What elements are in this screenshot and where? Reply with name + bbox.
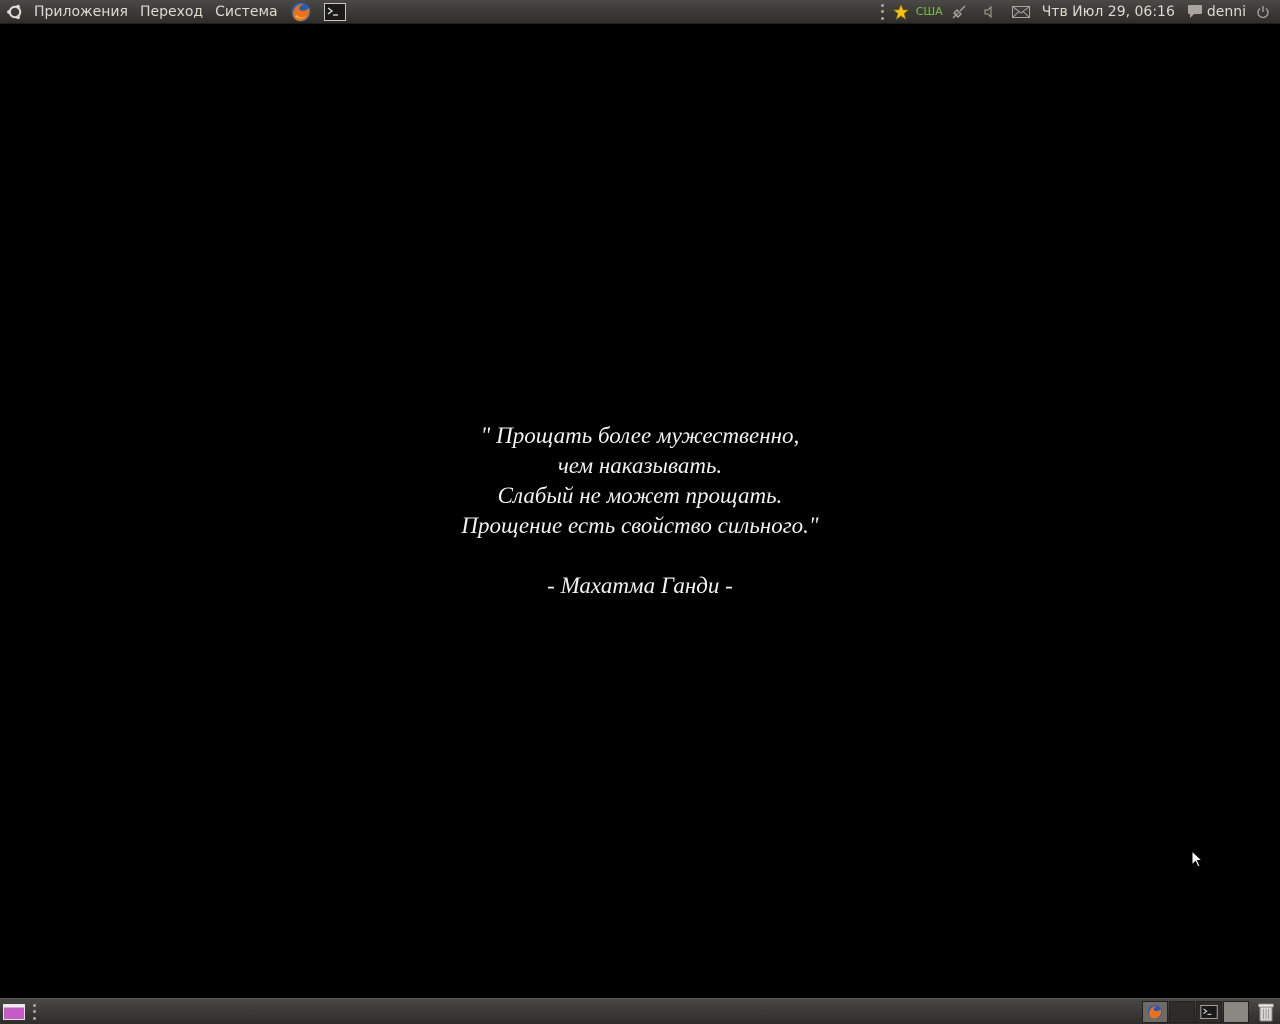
terminal-icon	[1200, 1004, 1218, 1019]
bottom-panel	[0, 998, 1280, 1024]
workspace-switcher	[1141, 1000, 1280, 1024]
quote-line: Прощение есть свойство сильного."	[461, 513, 819, 538]
panel-left: Приложения Переход Система	[0, 0, 352, 24]
workspace-2[interactable]	[1169, 1000, 1195, 1023]
firefox-launcher[interactable]	[290, 1, 312, 23]
network-icon[interactable]	[950, 0, 968, 24]
terminal-icon	[323, 2, 346, 21]
panel-handle[interactable]	[880, 3, 885, 20]
firefox-icon	[1148, 1004, 1162, 1019]
workspace-1[interactable]	[1142, 1000, 1168, 1023]
quote-line: " Прощать более мужественно,	[480, 423, 800, 448]
mouse-cursor-icon	[1191, 850, 1203, 868]
trash-icon[interactable]	[1255, 1001, 1277, 1023]
power-icon[interactable]	[1256, 0, 1270, 24]
workspace-4[interactable]	[1223, 1000, 1249, 1023]
favorites-star-icon[interactable]	[892, 0, 909, 24]
workspace-3[interactable]	[1196, 1000, 1222, 1023]
quote-line: чем наказывать.	[557, 453, 723, 478]
keyboard-layout-indicator[interactable]: США	[916, 5, 943, 18]
system-menu[interactable]: Система	[209, 0, 283, 24]
firefox-icon	[291, 2, 311, 21]
user-menu[interactable]: denni	[1205, 4, 1252, 20]
terminal-launcher[interactable]	[323, 1, 346, 23]
chat-icon[interactable]	[1187, 0, 1203, 24]
show-desktop-icon[interactable]	[3, 1003, 25, 1020]
applications-menu[interactable]: Приложения	[28, 0, 134, 24]
ubuntu-logo-icon[interactable]	[6, 3, 24, 21]
quote-block: " Прощать более мужественно, чем наказыв…	[0, 421, 1280, 601]
mail-icon[interactable]	[1011, 0, 1030, 24]
volume-icon[interactable]	[982, 0, 996, 24]
quote-line: Слабый не может прощать.	[497, 483, 783, 508]
top-panel: Приложения Переход Система США Чтв Июл 2…	[0, 0, 1280, 24]
places-menu[interactable]: Переход	[134, 0, 209, 24]
quote-author: - Махатма Ганди -	[547, 573, 733, 598]
panel-handle[interactable]	[33, 1003, 37, 1020]
clock[interactable]: Чтв Июл 29, 06:16	[1034, 4, 1183, 20]
panel-right: США Чтв Июл 29, 06:16 denni	[880, 0, 1280, 24]
